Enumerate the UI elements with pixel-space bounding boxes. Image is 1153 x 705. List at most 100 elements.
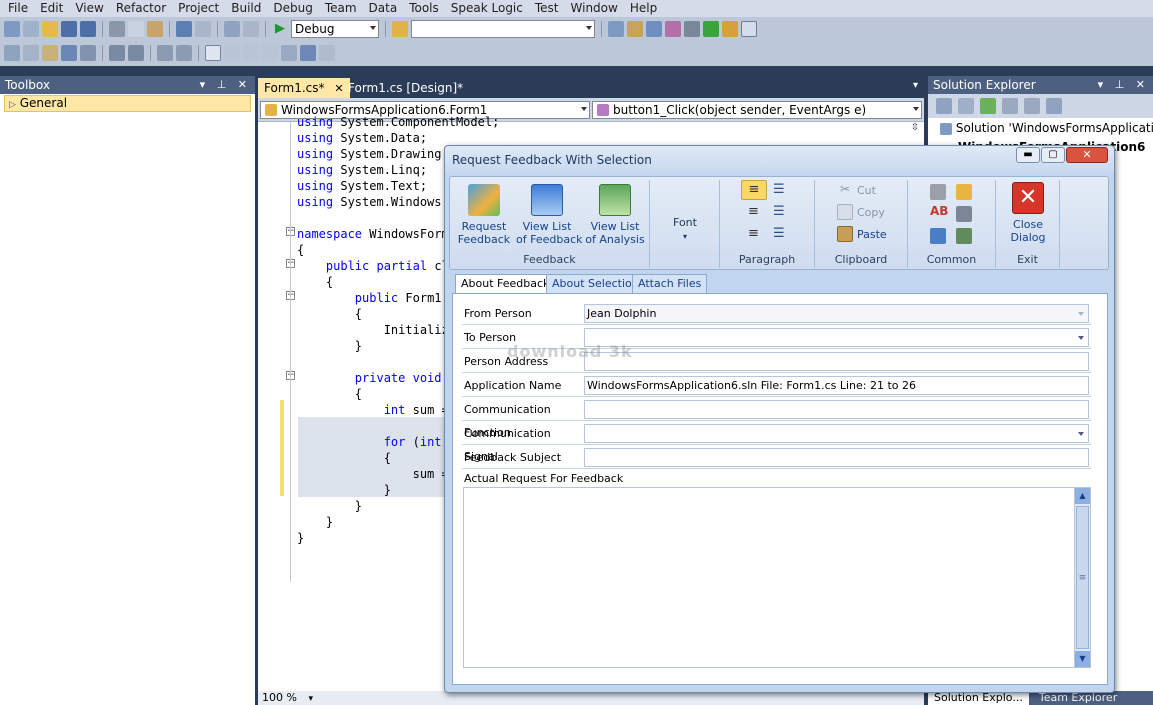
zoom-level[interactable]: 100 % bbox=[262, 691, 297, 704]
uncomment-lines-icon[interactable] bbox=[128, 45, 144, 61]
copy-icon[interactable] bbox=[128, 20, 144, 37]
settings-icon[interactable] bbox=[956, 228, 972, 244]
dropdown-arrow-icon[interactable] bbox=[1078, 336, 1084, 340]
quick-info-icon[interactable] bbox=[42, 45, 58, 61]
code-line[interactable]: using System.Data; bbox=[297, 130, 877, 146]
paste-icon[interactable] bbox=[147, 20, 163, 37]
save-disk-icon[interactable] bbox=[956, 206, 972, 222]
view-list-feedback-button[interactable]: View List of Feedback bbox=[516, 184, 582, 246]
copy-button[interactable]: Copy bbox=[837, 204, 885, 220]
menu-test[interactable]: Test bbox=[529, 1, 565, 16]
scroll-up-icon[interactable]: ▲ bbox=[1075, 488, 1090, 504]
close-dialog-button[interactable]: ✕ Close Dialog bbox=[998, 182, 1058, 244]
object-members-icon[interactable] bbox=[4, 45, 20, 61]
spellcheck-icon[interactable]: AB bbox=[930, 204, 948, 218]
from-person-field[interactable]: Jean Dolphin bbox=[584, 304, 1089, 323]
paste-button[interactable]: Paste bbox=[837, 226, 887, 242]
decrease-indent-icon[interactable] bbox=[80, 45, 96, 61]
comment-lines-icon[interactable] bbox=[109, 45, 125, 61]
application-name-field[interactable]: WindowsFormsApplication6.sln File: Form1… bbox=[584, 376, 1089, 395]
maximize-icon[interactable]: ▢ bbox=[1041, 147, 1065, 163]
command-window-icon[interactable] bbox=[741, 20, 757, 37]
outdent-icon[interactable] bbox=[157, 45, 173, 61]
tab-team-explorer[interactable]: Team Explorer bbox=[1029, 691, 1127, 705]
start-debug-icon[interactable]: ▶ bbox=[272, 21, 288, 37]
prev-bookmark-icon[interactable] bbox=[224, 45, 240, 61]
person-address-field[interactable] bbox=[584, 352, 1089, 371]
class-diagram-icon[interactable] bbox=[1046, 98, 1062, 114]
undo-icon[interactable] bbox=[176, 20, 192, 37]
menu-file[interactable]: File bbox=[2, 1, 34, 16]
find-combo[interactable] bbox=[411, 19, 595, 38]
tab-attach-files[interactable]: Attach Files bbox=[632, 274, 708, 293]
extension-manager-icon[interactable] bbox=[722, 20, 738, 37]
tab-about-feedback[interactable]: About Feedback bbox=[455, 274, 556, 294]
menu-refactor[interactable]: Refactor bbox=[110, 1, 172, 16]
request-feedback-button[interactable]: Request Feedback bbox=[454, 184, 514, 246]
tab-overflow-icon[interactable]: ▾ bbox=[913, 80, 918, 91]
show-all-files-icon[interactable] bbox=[958, 98, 974, 114]
indent-list-icon[interactable]: ☰ bbox=[773, 226, 785, 241]
toolbox-window-controls[interactable]: ▾ ⊥ ✕ bbox=[200, 76, 251, 94]
navigate-forward-icon[interactable] bbox=[243, 20, 259, 37]
menu-tools[interactable]: Tools bbox=[403, 1, 445, 16]
open-folder-icon[interactable] bbox=[956, 184, 972, 200]
tools-icon[interactable] bbox=[684, 20, 700, 37]
find-in-files-icon[interactable] bbox=[392, 20, 408, 37]
tab-form1-design[interactable]: Form1.cs [Design]* bbox=[342, 78, 469, 98]
communication-signal-field[interactable] bbox=[584, 424, 1089, 443]
prev-bookmark-folder-icon[interactable] bbox=[262, 45, 278, 61]
to-person-field[interactable] bbox=[584, 328, 1089, 347]
toggle-bookmark-icon[interactable] bbox=[319, 45, 335, 61]
scroll-down-icon[interactable]: ▼ bbox=[1075, 651, 1090, 667]
align-left-icon[interactable]: ≡ bbox=[741, 180, 767, 200]
menu-debug[interactable]: Debug bbox=[267, 1, 318, 16]
view-designer-icon[interactable] bbox=[1024, 98, 1040, 114]
view-code-icon[interactable] bbox=[1002, 98, 1018, 114]
eraser-icon[interactable] bbox=[930, 184, 946, 200]
menu-project[interactable]: Project bbox=[172, 1, 225, 16]
tab-solution-explorer[interactable]: Solution Explo... bbox=[928, 691, 1029, 705]
actual-request-textarea[interactable]: ▲ ≡ ▼ bbox=[463, 487, 1091, 668]
navigate-backward-icon[interactable] bbox=[224, 20, 240, 37]
zoom-dropdown-icon[interactable]: ▾ bbox=[308, 694, 313, 704]
dropdown-arrow-icon[interactable] bbox=[1078, 432, 1084, 436]
align-center-icon[interactable]: ≡ bbox=[748, 204, 759, 219]
cut-icon[interactable] bbox=[109, 20, 125, 37]
clear-bookmarks-icon[interactable] bbox=[300, 45, 316, 61]
bookmark-icon[interactable] bbox=[205, 45, 221, 61]
bullets-icon[interactable]: ☰ bbox=[773, 182, 785, 197]
menu-window[interactable]: Window bbox=[565, 1, 624, 16]
solution-config-combo[interactable]: Debug bbox=[291, 19, 379, 38]
communication-function-field[interactable] bbox=[584, 400, 1089, 419]
check-icon[interactable] bbox=[930, 228, 946, 244]
open-file-icon[interactable] bbox=[42, 20, 58, 37]
properties-icon[interactable] bbox=[627, 20, 643, 37]
menu-build[interactable]: Build bbox=[225, 1, 267, 16]
save-all-icon[interactable] bbox=[80, 20, 96, 37]
tab-form1-cs[interactable]: Form1.cs* ✕ bbox=[258, 78, 350, 98]
solution-node[interactable]: Solution 'WindowsFormsApplication bbox=[928, 118, 1153, 138]
menu-edit[interactable]: Edit bbox=[34, 1, 69, 16]
menu-help[interactable]: Help bbox=[624, 1, 663, 16]
refresh-icon[interactable] bbox=[980, 98, 996, 114]
parameter-info-icon[interactable] bbox=[23, 45, 39, 61]
object-browser-icon[interactable] bbox=[646, 20, 662, 37]
code-line[interactable]: using System.ComponentModel; bbox=[297, 114, 877, 130]
cut-button[interactable]: ✂ Cut bbox=[837, 182, 876, 198]
menu-view[interactable]: View bbox=[69, 1, 109, 16]
new-project-icon[interactable] bbox=[4, 20, 20, 37]
align-right-icon[interactable]: ≡ bbox=[748, 226, 759, 241]
numbering-icon[interactable]: ☰ bbox=[773, 204, 785, 219]
redo-icon[interactable] bbox=[195, 20, 211, 37]
complete-word-icon[interactable] bbox=[61, 45, 77, 61]
toolbox-icon[interactable] bbox=[665, 20, 681, 37]
solution-explorer-icon[interactable] bbox=[608, 20, 624, 37]
minimize-icon[interactable]: ▬ bbox=[1016, 147, 1040, 163]
close-window-icon[interactable]: ✕ bbox=[1066, 147, 1108, 163]
save-icon[interactable] bbox=[61, 20, 77, 37]
dialog-title-bar[interactable]: Request Feedback With Selection ▬ ▢ ✕ bbox=[445, 146, 1114, 174]
menu-data[interactable]: Data bbox=[363, 1, 404, 16]
add-item-icon[interactable] bbox=[23, 20, 39, 37]
menu-speak-logic[interactable]: Speak Logic bbox=[445, 1, 529, 16]
